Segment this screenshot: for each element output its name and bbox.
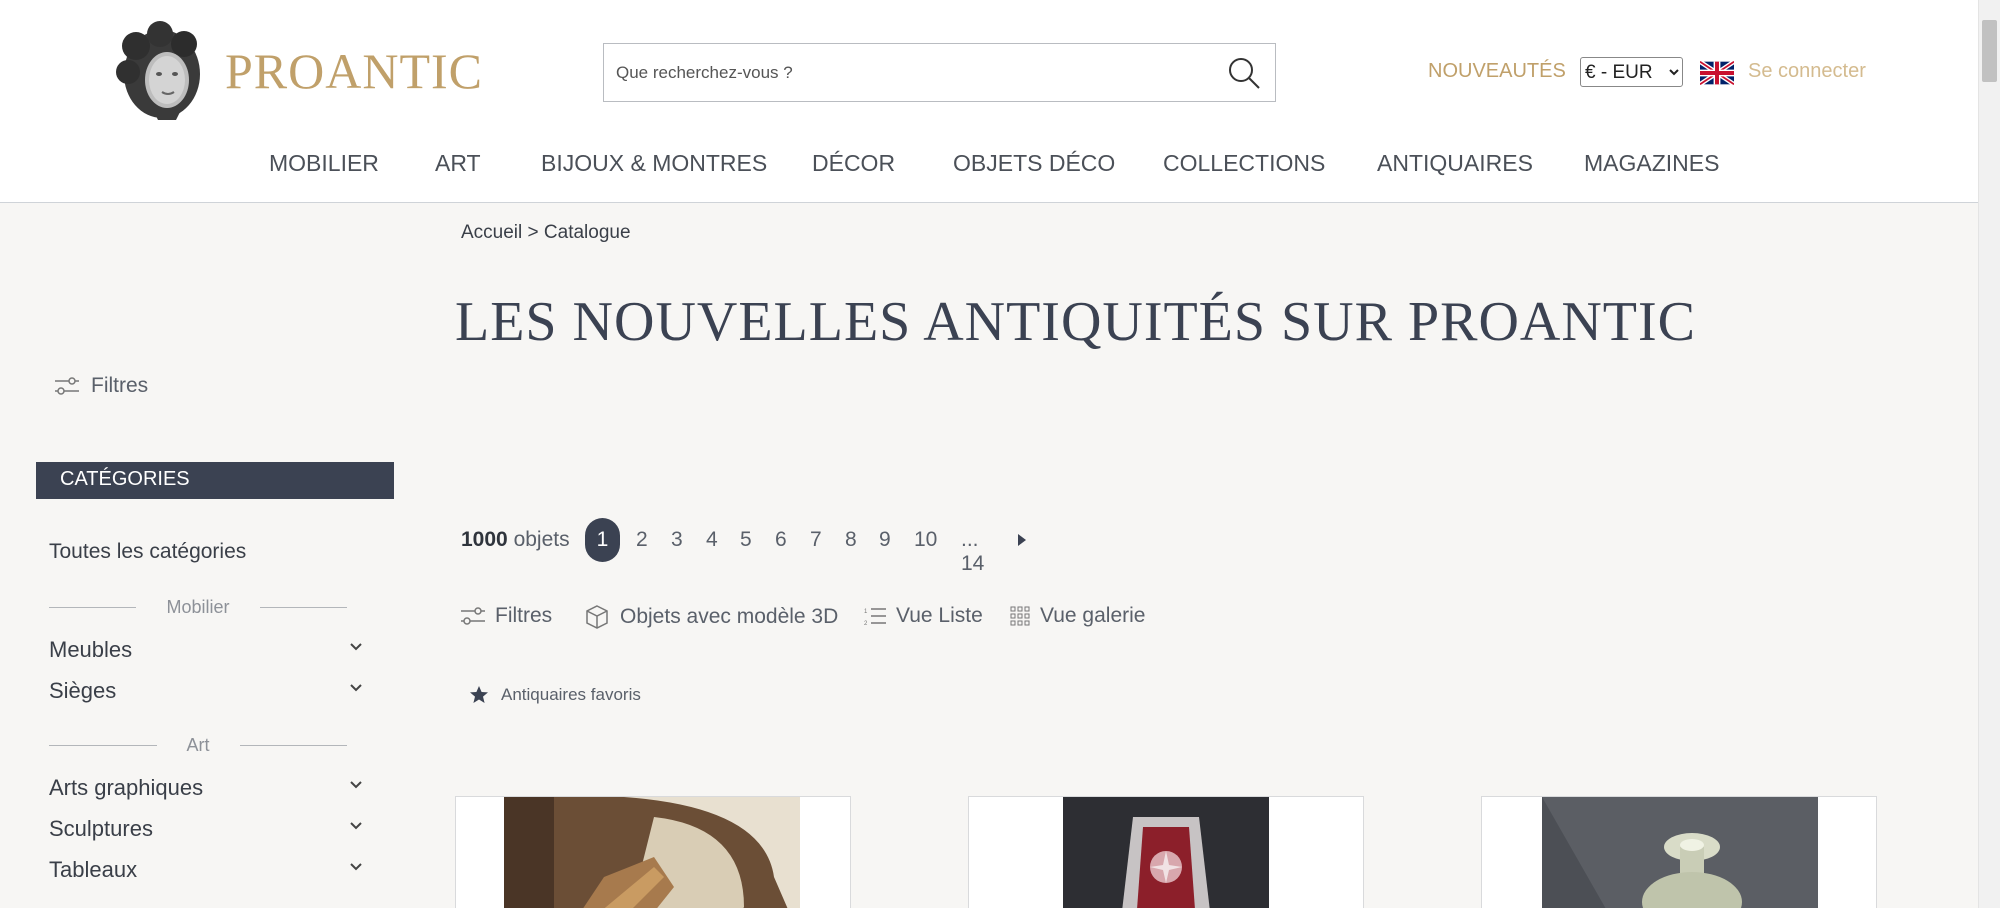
- nav-objets-deco[interactable]: OBJETS DÉCO: [953, 150, 1115, 177]
- category-sieges[interactable]: Sièges: [49, 678, 364, 706]
- product-card[interactable]: [1481, 796, 1877, 908]
- page-1[interactable]: 1: [585, 518, 620, 562]
- nav-decor[interactable]: DÉCOR: [812, 150, 895, 177]
- toolbar-gallery-view-label: Vue galerie: [1040, 604, 1146, 627]
- page-2[interactable]: 2: [636, 528, 648, 552]
- group-separator-mobilier: Mobilier: [49, 597, 347, 617]
- svg-text:1: 1: [864, 609, 868, 615]
- page-4[interactable]: 4: [706, 528, 718, 552]
- chevron-down-icon: [350, 863, 362, 871]
- page-3[interactable]: 3: [671, 528, 683, 552]
- category-sculptures[interactable]: Sculptures: [49, 816, 364, 844]
- page-6[interactable]: 6: [775, 528, 787, 552]
- divider: [239, 744, 348, 746]
- chevron-down-icon: [350, 643, 362, 651]
- favorite-dealers-button[interactable]: Antiquaires favoris: [469, 685, 641, 705]
- uk-flag-icon[interactable]: [1700, 61, 1734, 85]
- product-image: [1063, 797, 1269, 908]
- page-scrollbar[interactable]: [1978, 0, 2000, 908]
- results-count: 1000 objets: [461, 528, 570, 552]
- product-card[interactable]: [455, 796, 851, 908]
- svg-text:2: 2: [864, 621, 868, 626]
- product-image: [504, 797, 800, 908]
- group-separator-art: Art: [49, 734, 348, 755]
- divider: [49, 606, 137, 608]
- cube-3d-icon: [586, 605, 608, 629]
- nav-bijoux-montres[interactable]: BIJOUX & MONTRES: [541, 150, 767, 177]
- main-navigation: MOBILIER ART BIJOUX & MONTRES DÉCOR OBJE…: [0, 150, 1978, 180]
- sidebar-filters-button[interactable]: Filtres: [55, 374, 148, 398]
- toolbar-list-view-label: Vue Liste: [896, 604, 983, 627]
- page-5[interactable]: 5: [740, 528, 752, 552]
- product-image: [1542, 797, 1818, 908]
- toolbar-filters-button[interactable]: Filtres: [461, 604, 552, 628]
- grid-view-icon: [1010, 606, 1030, 626]
- scrollbar-thumb[interactable]: [1982, 20, 1997, 82]
- page-10[interactable]: 10: [914, 528, 937, 552]
- search-input[interactable]: [616, 58, 1196, 88]
- nav-mobilier[interactable]: MOBILIER: [269, 150, 379, 177]
- search-bar: [603, 43, 1276, 102]
- category-label: Meubles: [49, 637, 133, 662]
- filter-sliders-icon: [461, 607, 485, 625]
- logo-text[interactable]: PROANTIC: [225, 42, 483, 100]
- category-tableaux[interactable]: Tableaux: [49, 857, 364, 885]
- sidebar-filters-label: Filtres: [91, 374, 149, 397]
- divider: [49, 744, 157, 746]
- toolbar-3d-models-button[interactable]: Objets avec modèle 3D: [584, 604, 838, 630]
- breadcrumb[interactable]: Accueil > Catalogue: [461, 222, 631, 244]
- toolbar-gallery-view-button[interactable]: Vue galerie: [1010, 604, 1145, 628]
- page-8[interactable]: 8: [845, 528, 857, 552]
- category-arts-graphiques[interactable]: Arts graphiques: [49, 775, 364, 803]
- search-icon[interactable]: [1227, 56, 1261, 90]
- results-count-number: 1000: [461, 528, 508, 551]
- currency-select[interactable]: € - EUR: [1580, 57, 1683, 87]
- chevron-down-icon: [350, 684, 362, 692]
- all-categories-link[interactable]: Toutes les catégories: [49, 540, 246, 564]
- category-label: Tableaux: [49, 857, 138, 882]
- nav-antiquaires[interactable]: ANTIQUAIRES: [1377, 150, 1533, 177]
- product-card[interactable]: [968, 796, 1364, 908]
- page-last[interactable]: ... 14: [961, 528, 984, 576]
- group-label: Mobilier: [166, 596, 230, 617]
- results-count-label: objets: [513, 528, 570, 551]
- categories-header: CATÉGORIES: [36, 462, 394, 499]
- nav-magazines[interactable]: MAGAZINES: [1584, 150, 1719, 177]
- next-page-arrow-icon[interactable]: [1016, 532, 1028, 548]
- nav-art[interactable]: ART: [435, 150, 481, 177]
- chevron-down-icon: [350, 781, 362, 789]
- group-label: Art: [186, 734, 210, 755]
- site-header: PROANTIC NOUVEAUTÉS € - EUR Se connecter…: [0, 0, 1978, 203]
- nav-collections[interactable]: COLLECTIONS: [1163, 150, 1325, 177]
- category-meubles[interactable]: Meubles: [49, 637, 364, 665]
- list-view-icon: 1 2: [864, 608, 886, 626]
- page-title: LES NOUVELLES ANTIQUITÉS SUR PROANTIC: [455, 291, 1696, 353]
- category-label: Sculptures: [49, 816, 153, 841]
- nouveautes-link[interactable]: NOUVEAUTÉS: [1428, 60, 1566, 83]
- toolbar-list-view-button[interactable]: 1 2 Vue Liste: [864, 604, 983, 628]
- toolbar-filters-label: Filtres: [495, 604, 553, 627]
- star-icon: [470, 686, 488, 703]
- category-label: Arts graphiques: [49, 775, 204, 800]
- page-7[interactable]: 7: [810, 528, 822, 552]
- page-9[interactable]: 9: [879, 528, 891, 552]
- divider: [259, 606, 347, 608]
- favorite-dealers-label: Antiquaires favoris: [501, 685, 641, 704]
- chevron-down-icon: [350, 822, 362, 830]
- toolbar-3d-models-label: Objets avec modèle 3D: [620, 605, 839, 628]
- login-link[interactable]: Se connecter: [1748, 60, 1866, 83]
- logo-head-icon[interactable]: [112, 20, 208, 122]
- category-label: Sièges: [49, 678, 117, 703]
- filter-sliders-icon: [55, 377, 79, 395]
